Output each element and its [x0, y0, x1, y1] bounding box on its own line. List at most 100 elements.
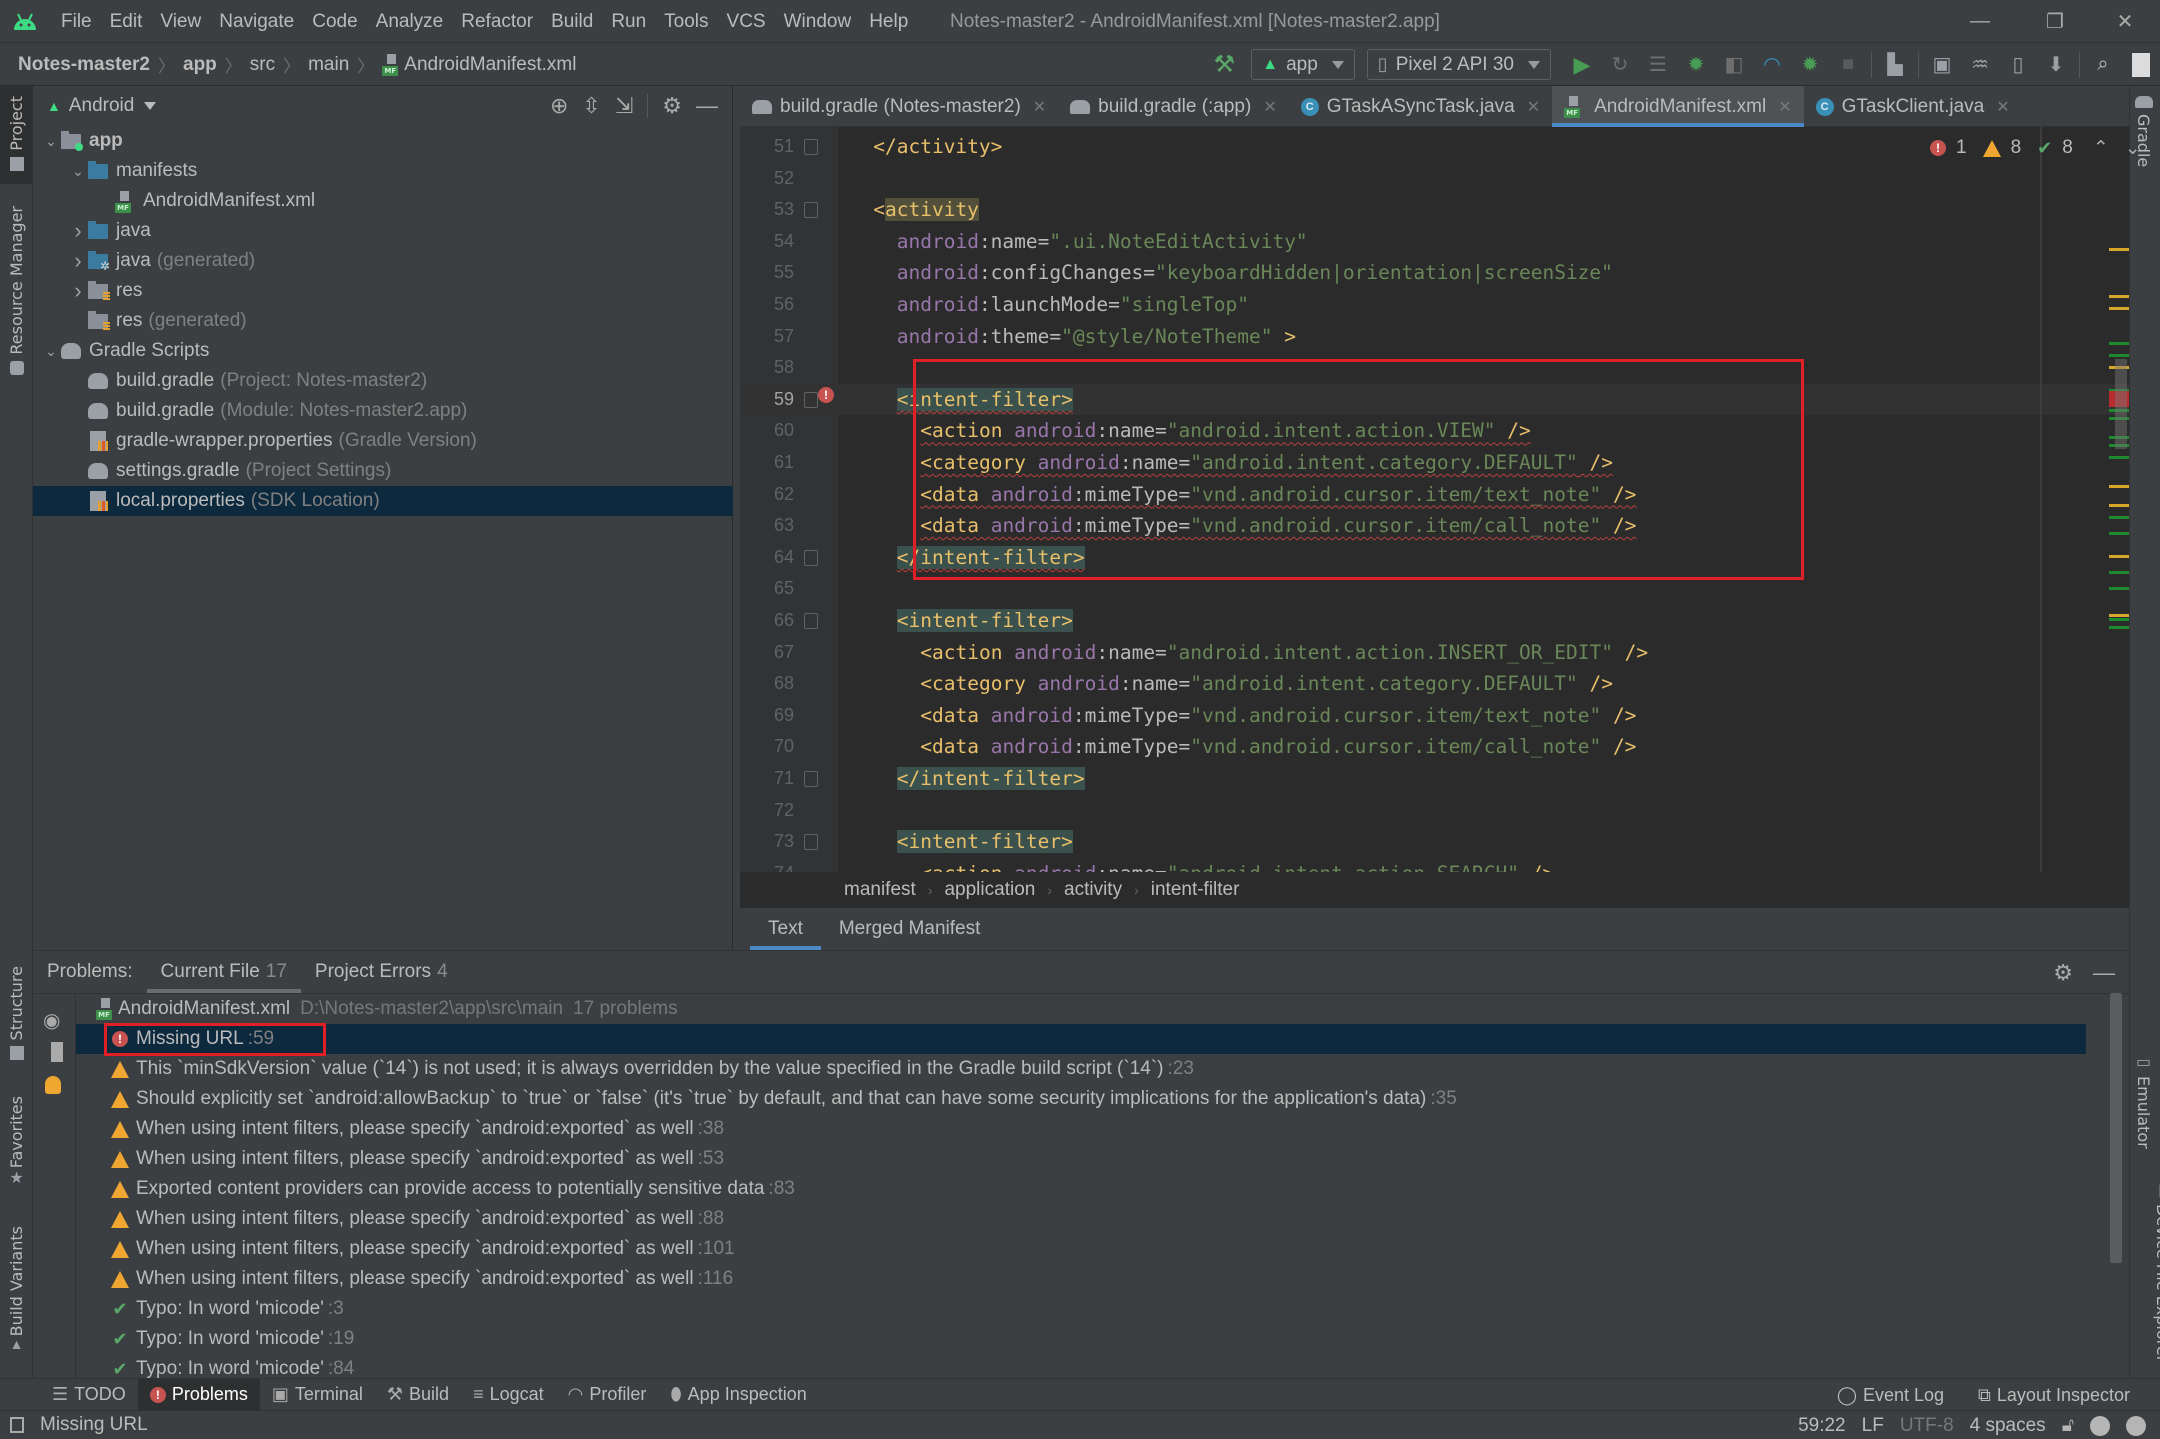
error-stripe-mark[interactable]: [2109, 295, 2129, 298]
tool-window-event-log[interactable]: ◯ Event Log: [1837, 1385, 1944, 1406]
fold-marker-icon[interactable]: [804, 391, 818, 408]
make-project-hammer-icon[interactable]: ⚒: [1205, 43, 1243, 86]
error-stripe-mark[interactable]: [2109, 504, 2129, 507]
tree-item[interactable]: local.properties (SDK Location): [33, 486, 733, 516]
tool-window-logcat[interactable]: ≡ Logcat: [461, 1379, 556, 1410]
breadcrumb-main[interactable]: main: [308, 54, 349, 76]
tool-tab-build-variants[interactable]: Build Variants ▲: [0, 1226, 33, 1356]
dropdown-arrow-icon[interactable]: [144, 102, 157, 110]
error-stripe-mark[interactable]: [2109, 571, 2129, 574]
menu-tools[interactable]: Tools: [655, 11, 717, 33]
tool-window-app-inspection[interactable]: ⬮ App Inspection: [658, 1379, 818, 1410]
avd-manager-icon[interactable]: ▯: [1999, 43, 2037, 86]
frown-feedback-icon[interactable]: [2126, 1415, 2146, 1436]
close-tab-icon[interactable]: ✕: [1527, 97, 1540, 117]
tree-item[interactable]: res (generated): [33, 306, 733, 336]
run-with-coverage-icon[interactable]: ◧: [1715, 43, 1753, 86]
eye-icon[interactable]: ◉: [43, 1008, 60, 1033]
fold-marker-icon[interactable]: [804, 613, 818, 629]
error-stripe-mark[interactable]: [2109, 587, 2129, 590]
smile-feedback-icon[interactable]: [2090, 1415, 2110, 1436]
editor-breadcrumb-item[interactable]: manifest: [844, 879, 916, 901]
breadcrumb-src[interactable]: src: [250, 54, 275, 76]
search-icon[interactable]: ⌕: [2084, 43, 2122, 86]
minimize-button[interactable]: —: [1945, 0, 2015, 43]
tree-item[interactable]: settings.gradle (Project Settings): [33, 456, 733, 486]
fold-marker-icon[interactable]: [804, 771, 818, 787]
menu-view[interactable]: View: [151, 11, 210, 33]
chevron-right-icon[interactable]: ›: [68, 218, 88, 244]
breadcrumb-module[interactable]: app: [183, 54, 217, 76]
menu-run[interactable]: Run: [602, 11, 655, 33]
menu-build[interactable]: Build: [542, 11, 602, 33]
tree-item[interactable]: ⌄ Gradle Scripts: [33, 336, 733, 366]
device-manager-icon[interactable]: ▣: [1923, 43, 1961, 86]
error-stripe-mark[interactable]: [2109, 618, 2129, 621]
breadcrumb-file[interactable]: AndroidManifest.xml: [404, 54, 576, 76]
project-structure-icon[interactable]: ▙: [1876, 43, 1914, 86]
editor-breadcrumb-item[interactable]: application: [944, 879, 1035, 901]
tool-tab-device-file-explorer[interactable]: ▯ Device File Explorer: [2134, 1180, 2160, 1362]
fold-marker-icon[interactable]: [804, 139, 818, 155]
expand-all-icon[interactable]: ⇳: [582, 93, 600, 119]
problem-item[interactable]: When using intent filters, please specif…: [76, 1114, 2086, 1144]
tool-window-terminal[interactable]: ▣ Terminal: [260, 1379, 375, 1410]
debug-bug-icon[interactable]: ✹: [1677, 43, 1715, 86]
menu-navigate[interactable]: Navigate: [210, 11, 303, 33]
tool-tab-project[interactable]: Project: [0, 86, 33, 184]
next-highlight-icon[interactable]: ⌄: [2125, 137, 2141, 160]
run-icon[interactable]: ▶: [1563, 43, 1601, 86]
editor-breadcrumb-item[interactable]: activity: [1064, 879, 1122, 901]
account-icon[interactable]: [2122, 43, 2160, 86]
chevron-down-icon[interactable]: ⌄: [68, 163, 88, 180]
menu-refactor[interactable]: Refactor: [452, 11, 542, 33]
profile-icon[interactable]: ◠: [1753, 43, 1791, 86]
tool-window-profiler[interactable]: ◠ Profiler: [556, 1379, 659, 1410]
lightbulb-icon[interactable]: [45, 1076, 61, 1094]
sdk-manager-icon[interactable]: ⬇: [2037, 43, 2075, 86]
gear-icon[interactable]: ⚙: [662, 93, 682, 119]
line-separator[interactable]: LF: [1862, 1415, 1884, 1437]
menu-file[interactable]: File: [52, 11, 101, 33]
error-stripe-mark[interactable]: [2109, 307, 2129, 310]
problem-item[interactable]: ! Missing URL:59: [76, 1024, 2086, 1054]
close-tab-icon[interactable]: ✕: [1996, 97, 2009, 117]
error-stripe-mark[interactable]: [2109, 248, 2129, 251]
close-tab-icon[interactable]: ✕: [1263, 97, 1276, 117]
problem-item[interactable]: ✔ Typo: In word 'micode':19: [76, 1324, 2086, 1354]
problems-scrollbar[interactable]: [2110, 993, 2122, 1263]
project-view-mode-select[interactable]: Android: [69, 95, 135, 117]
problem-item[interactable]: Exported content providers can provide a…: [76, 1174, 2086, 1204]
problem-item[interactable]: ✔ Typo: In word 'micode':3: [76, 1294, 2086, 1324]
tree-item[interactable]: build.gradle (Project: Notes-master2): [33, 366, 733, 396]
tool-tab-favorites[interactable]: Favorites ★: [0, 1096, 33, 1206]
problem-item[interactable]: When using intent filters, please specif…: [76, 1144, 2086, 1174]
stop-icon[interactable]: ■: [1829, 43, 1867, 86]
fold-marker-icon[interactable]: [804, 549, 818, 566]
device-select[interactable]: ▯ Pixel 2 API 30: [1366, 49, 1551, 80]
apply-changes-restart-icon[interactable]: ↻: [1601, 43, 1639, 86]
preview-toggle-icon[interactable]: [45, 1042, 63, 1062]
tree-item[interactable]: › java: [33, 216, 733, 246]
tree-item[interactable]: ⌄ app: [33, 126, 733, 156]
menu-edit[interactable]: Edit: [101, 11, 152, 33]
error-stripe-mark[interactable]: [2109, 485, 2129, 488]
tool-window-layout-inspector[interactable]: ⧉ Layout Inspector: [1978, 1385, 2130, 1406]
caret-position[interactable]: 59:22: [1798, 1415, 1846, 1437]
inspection-widget[interactable]: ! 1 8 ✔ 8 ⌃ ⌄: [1930, 134, 2141, 162]
editor-tab[interactable]: build.gradle (Notes-master2) ✕: [740, 86, 1058, 127]
problem-item[interactable]: This `minSdkVersion` value (`14`) is not…: [76, 1054, 2086, 1084]
chevron-down-icon[interactable]: ⌄: [41, 133, 61, 150]
editor-tab[interactable]: build.gradle (:app) ✕: [1058, 86, 1289, 127]
restore-button[interactable]: ❐: [2020, 0, 2090, 43]
error-stripe-mark[interactable]: [2109, 614, 2129, 617]
problem-item[interactable]: Should explicitly set `android:allowBack…: [76, 1084, 2086, 1114]
indent-setting[interactable]: 4 spaces: [1970, 1415, 2046, 1437]
tab-project-errors[interactable]: Project Errors 4: [301, 951, 462, 993]
toggle-tool-windows-icon[interactable]: [10, 1417, 24, 1433]
editor-scrollbar-thumb[interactable]: [2115, 359, 2127, 449]
hide-panel-icon[interactable]: —: [696, 93, 718, 119]
editor-tab[interactable]: C GTaskASyncTask.java ✕: [1289, 86, 1552, 127]
editor-breadcrumb-item[interactable]: intent-filter: [1151, 879, 1240, 901]
menu-help[interactable]: Help: [860, 11, 917, 33]
